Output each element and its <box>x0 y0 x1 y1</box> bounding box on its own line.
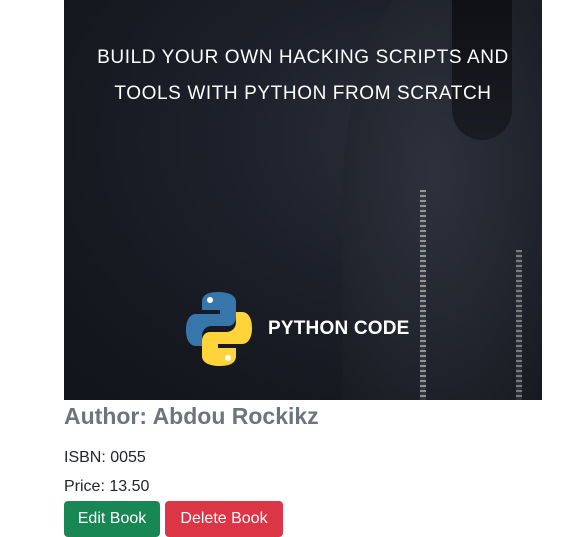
book-price: Price: 13.50 <box>64 478 150 495</box>
book-cover-image: BUILD YOUR OWN HACKING SCRIPTS AND TOOLS… <box>64 0 542 400</box>
book-isbn: ISBN: 0055 <box>64 449 146 466</box>
zipper-decoration <box>516 250 522 400</box>
delete-book-button[interactable]: Delete Book <box>165 501 283 537</box>
zipper-decoration <box>420 190 426 400</box>
book-card: BUILD YOUR OWN HACKING SCRIPTS AND TOOLS… <box>0 0 573 537</box>
cover-title-line-2: TOOLS WITH PYTHON FROM SCRATCH <box>114 83 492 104</box>
edit-book-button[interactable]: Edit Book <box>64 501 160 537</box>
cover-title: BUILD YOUR OWN HACKING SCRIPTS AND TOOLS… <box>64 40 542 112</box>
python-logo-icon <box>186 292 252 366</box>
cover-title-line-1: BUILD YOUR OWN HACKING SCRIPTS AND <box>97 47 509 68</box>
python-code-logo-text: PYTHON CODE <box>268 318 410 339</box>
book-author: Author: Abdou Rockikz <box>64 403 319 429</box>
